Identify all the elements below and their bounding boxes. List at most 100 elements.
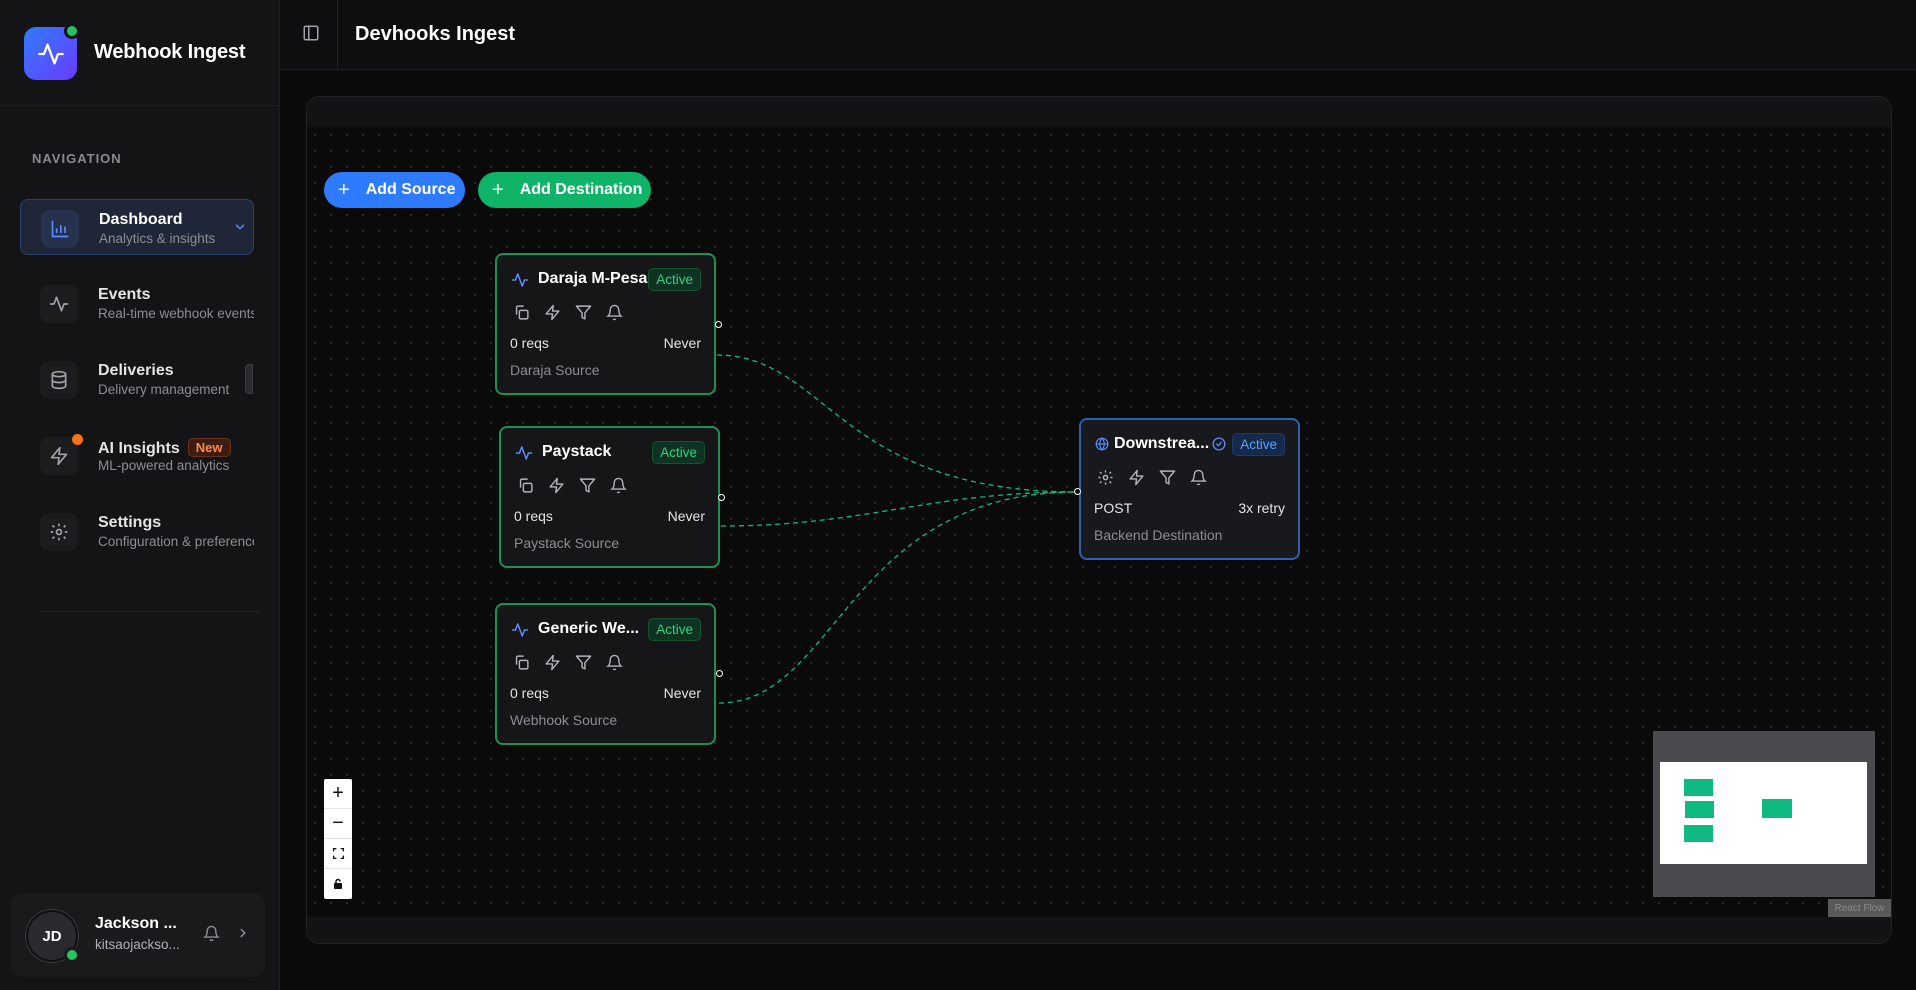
header-divider bbox=[337, 0, 338, 70]
plus-icon: + bbox=[338, 179, 350, 201]
destination-node-downstream[interactable]: Downstrea... Active POST 3x retry Backen… bbox=[1079, 418, 1300, 560]
zoom-out-button[interactable]: − bbox=[324, 809, 352, 839]
bell-icon[interactable] bbox=[1189, 468, 1208, 487]
last-request: Never bbox=[667, 508, 705, 524]
retry-policy: 3x retry bbox=[1238, 500, 1285, 516]
node-toolbar bbox=[1096, 468, 1208, 487]
lock-icon bbox=[334, 878, 342, 889]
node-title: Downstrea... bbox=[1114, 435, 1210, 452]
page-title: Devhooks Ingest bbox=[355, 23, 516, 45]
chevron-down-icon[interactable] bbox=[233, 220, 247, 234]
zoom-controls: + − bbox=[324, 779, 352, 899]
activity-icon bbox=[515, 446, 533, 460]
source-node-generic[interactable]: Generic We... Active 0 reqs Never Webhoo… bbox=[495, 603, 716, 745]
minimap[interactable] bbox=[1653, 731, 1875, 897]
request-count: 0 reqs bbox=[514, 508, 553, 524]
zap-icon[interactable] bbox=[547, 476, 566, 495]
filter-icon[interactable] bbox=[578, 476, 597, 495]
add-source-button[interactable]: + Add Source bbox=[324, 172, 465, 208]
edge-paystack bbox=[720, 491, 1078, 527]
collapse-handle[interactable] bbox=[245, 364, 253, 394]
filter-icon[interactable] bbox=[1158, 468, 1177, 487]
sidebar-item-label: Dashboard bbox=[99, 211, 183, 228]
flow-canvas[interactable]: + Add Source + Add Destination Daraja M-Pe… bbox=[307, 127, 1891, 917]
source-handle[interactable] bbox=[716, 670, 723, 677]
copy-icon[interactable] bbox=[516, 476, 535, 495]
activity-icon bbox=[40, 285, 78, 323]
bell-icon[interactable] bbox=[605, 653, 624, 672]
last-request: Never bbox=[663, 685, 701, 701]
plus-icon: + bbox=[492, 179, 504, 201]
source-handle[interactable] bbox=[718, 494, 725, 501]
sidebar-item-ai-insights[interactable]: AI Insights New ML-powered analytics bbox=[20, 427, 254, 483]
node-toolbar bbox=[512, 303, 624, 322]
node-type: Webhook Source bbox=[510, 712, 618, 728]
zap-icon[interactable] bbox=[1127, 468, 1146, 487]
chevron-right-icon[interactable] bbox=[236, 926, 250, 940]
node-type: Paystack Source bbox=[514, 535, 620, 551]
globe-icon bbox=[1095, 437, 1109, 451]
react-flow-attribution[interactable]: React Flow bbox=[1828, 899, 1891, 917]
check-circle-icon bbox=[1212, 437, 1226, 451]
source-node-daraja[interactable]: Daraja M-Pesa Active 0 reqs Never Daraja… bbox=[495, 253, 716, 395]
maximize-icon bbox=[332, 847, 344, 860]
bell-icon[interactable] bbox=[605, 303, 624, 322]
minimap-node bbox=[1684, 825, 1713, 842]
status-badge: Active bbox=[648, 618, 701, 641]
user-email: kitsaojackso... bbox=[95, 937, 180, 952]
brand: Webhook Ingest bbox=[0, 0, 280, 106]
database-icon bbox=[40, 361, 78, 399]
node-title: Daraja M-Pesa bbox=[538, 270, 648, 287]
filter-icon[interactable] bbox=[574, 653, 593, 672]
source-node-paystack[interactable]: Paystack Active 0 reqs Never Paystack So… bbox=[499, 426, 720, 568]
header: Devhooks Ingest bbox=[280, 0, 1916, 70]
zoom-in-button[interactable]: + bbox=[324, 779, 352, 809]
status-badge: Active bbox=[1232, 433, 1285, 456]
bar-chart-icon bbox=[41, 210, 79, 248]
fit-view-button[interactable] bbox=[324, 839, 352, 869]
filter-icon[interactable] bbox=[574, 303, 593, 322]
status-badge: Active bbox=[652, 441, 705, 464]
user-name: Jackson ... bbox=[95, 915, 177, 932]
sidebar-item-subtitle: Delivery management bbox=[98, 382, 230, 397]
zap-icon[interactable] bbox=[543, 303, 562, 322]
sidebar-item-settings[interactable]: Settings Configuration & preferences bbox=[20, 503, 254, 559]
node-title: Generic We... bbox=[538, 620, 640, 637]
sidebar-item-events[interactable]: Events Real-time webhook events bbox=[20, 275, 254, 331]
lock-button[interactable] bbox=[324, 869, 352, 899]
add-destination-button[interactable]: + Add Destination bbox=[478, 172, 651, 208]
copy-icon[interactable] bbox=[512, 303, 531, 322]
user-card[interactable]: JD Jackson ... kitsaojackso... bbox=[10, 893, 265, 977]
status-badge: Active bbox=[648, 268, 701, 291]
sidebar-item-subtitle: Real-time webhook events bbox=[98, 306, 254, 321]
copy-icon[interactable] bbox=[512, 653, 531, 672]
bell-icon[interactable] bbox=[203, 925, 220, 942]
target-handle[interactable] bbox=[1074, 488, 1081, 495]
sidebar: Webhook Ingest NAVIGATION Dashboard Anal… bbox=[0, 0, 280, 990]
sidebar-toggle-icon[interactable] bbox=[302, 24, 320, 42]
sidebar-item-deliveries[interactable]: Deliveries Delivery management bbox=[20, 351, 254, 407]
sidebar-item-label: Settings bbox=[98, 514, 162, 531]
source-handle[interactable] bbox=[715, 321, 722, 328]
panel-bottombar bbox=[307, 917, 1891, 943]
flow-panel: + Add Source + Add Destination Daraja M-Pe… bbox=[306, 96, 1892, 944]
zap-icon[interactable] bbox=[543, 653, 562, 672]
edge-daraja bbox=[716, 354, 1078, 493]
sidebar-item-label: Events bbox=[98, 286, 151, 303]
last-request: Never bbox=[663, 335, 701, 351]
gear-icon[interactable] bbox=[1096, 468, 1115, 487]
bell-icon[interactable] bbox=[609, 476, 628, 495]
nav-heading: NAVIGATION bbox=[32, 151, 122, 166]
sidebar-item-label: AI Insights New bbox=[98, 438, 231, 458]
node-toolbar bbox=[512, 653, 624, 672]
minimap-node bbox=[1762, 799, 1792, 818]
divider bbox=[40, 611, 260, 612]
minimap-node bbox=[1685, 801, 1714, 818]
notification-dot bbox=[72, 434, 83, 445]
new-badge: New bbox=[187, 438, 231, 457]
minimap-node bbox=[1684, 779, 1713, 796]
status-dot bbox=[64, 23, 80, 39]
sidebar-item-dashboard[interactable]: Dashboard Analytics & insights bbox=[20, 199, 254, 255]
node-type: Daraja Source bbox=[510, 362, 600, 378]
http-method: POST bbox=[1094, 500, 1133, 516]
